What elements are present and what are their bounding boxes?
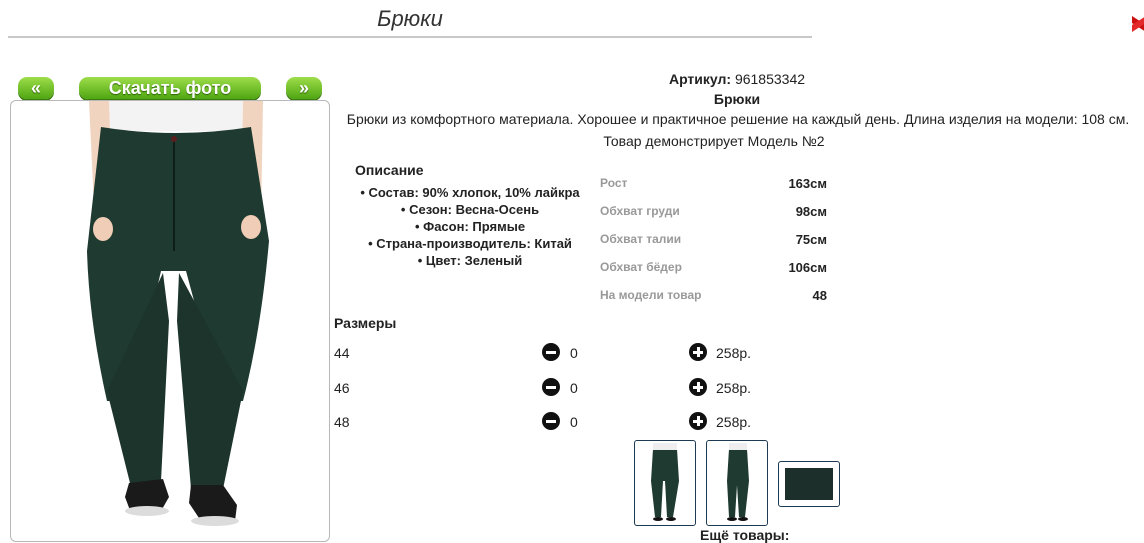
param-value-waist: 75см (795, 232, 827, 247)
thumbnail-fabric[interactable] (778, 461, 840, 507)
model-in-trousers-image (87, 101, 269, 526)
price-value: 258р. (716, 380, 752, 396)
size-label: 46 (334, 380, 350, 396)
size-row: 48 0 258р. (334, 410, 834, 434)
plus-circle-icon[interactable] (689, 378, 707, 396)
param-label-height: Рост (600, 176, 628, 190)
details-item: Страна-производитель: Китай (340, 235, 600, 252)
param-value-height: 163см (788, 176, 827, 191)
minus-circle-icon[interactable] (542, 412, 560, 430)
details-item: Цвет: Зеленый (340, 252, 600, 269)
details-heading: Описание (355, 162, 424, 178)
article-line: Артикул: 961853342 (600, 71, 874, 87)
thumbnail-front[interactable] (634, 440, 696, 526)
size-label: 48 (334, 414, 350, 430)
param-value-chest: 98см (795, 204, 827, 219)
param-label-size-worn: На модели товар (600, 288, 702, 302)
plus-circle-icon[interactable] (689, 412, 707, 430)
size-label: 44 (334, 345, 350, 361)
price-value: 258р. (716, 345, 752, 361)
param-label-waist: Обхват талии (600, 232, 682, 246)
prev-photo-button[interactable]: « (18, 77, 54, 99)
thumbnail-image (727, 443, 749, 521)
product-description: Брюки из комфортного материала. Хорошее … (346, 111, 1130, 127)
param-value-size-worn: 48 (812, 288, 827, 303)
quantity-value: 0 (570, 380, 578, 396)
download-photo-button[interactable]: Скачать фото (79, 77, 261, 99)
details-item: Фасон: Прямые (340, 218, 600, 235)
thumbnail-side[interactable] (706, 440, 768, 526)
details-list: Состав: 90% хлопок, 10% лайкра Сезон: Ве… (340, 184, 600, 269)
main-product-photo (10, 100, 330, 542)
price-value: 258р. (716, 414, 752, 430)
quantity-value: 0 (570, 345, 578, 361)
minus-circle-icon[interactable] (542, 378, 560, 396)
param-label-chest: Обхват груди (600, 204, 680, 218)
thumbnail-image (651, 443, 679, 521)
minus-circle-icon[interactable] (542, 343, 560, 361)
quantity-value: 0 (570, 414, 578, 430)
size-row: 44 0 258р. (334, 341, 834, 365)
next-photo-button[interactable]: » (286, 77, 322, 99)
more-products-heading: Ещё товары: (700, 527, 790, 543)
fabric-swatch-image (785, 468, 833, 500)
page-title: Брюки (8, 6, 812, 38)
details-item: Состав: 90% хлопок, 10% лайкра (340, 184, 600, 201)
product-name: Брюки (713, 91, 761, 107)
param-label-hips: Обхват бёдер (600, 260, 682, 274)
size-row: 46 0 258р. (334, 376, 834, 400)
plus-circle-icon[interactable] (689, 343, 707, 361)
model-note: Товар демонстрирует Модель №2 (603, 133, 825, 149)
close-x-icon[interactable] (1132, 12, 1144, 38)
sizes-heading: Размеры (334, 315, 397, 331)
article-value: 961853342 (734, 71, 806, 87)
details-item: Сезон: Весна-Осень (340, 201, 600, 218)
article-label: Артикул: (668, 71, 732, 87)
param-value-hips: 106см (788, 260, 827, 275)
